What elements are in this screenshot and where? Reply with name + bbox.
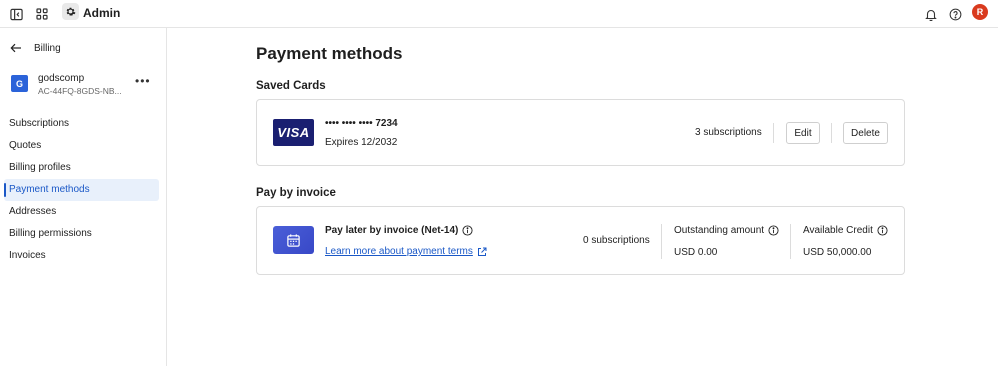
more-options-icon[interactable]: ••• bbox=[135, 75, 151, 87]
saved-card-panel: VISA •••• •••• •••• 7234 Expires 12/2032… bbox=[256, 99, 905, 166]
divider bbox=[661, 224, 662, 259]
edit-button[interactable]: Edit bbox=[786, 122, 820, 144]
sidebar-nav: Subscriptions Quotes Billing profiles Pa… bbox=[4, 113, 159, 267]
delete-button[interactable]: Delete bbox=[843, 122, 888, 144]
sidebar-item-invoices[interactable]: Invoices bbox=[4, 245, 159, 267]
invoice-panel: Pay later by invoice (Net-14) Learn more… bbox=[256, 206, 905, 275]
pay-by-invoice-heading: Pay by invoice bbox=[256, 187, 336, 199]
sidebar-item-payment-methods[interactable]: Payment methods bbox=[4, 179, 159, 201]
sidebar-item-billing-profiles[interactable]: Billing profiles bbox=[4, 157, 159, 179]
available-credit-label-text: Available Credit bbox=[803, 225, 873, 236]
payment-terms-link[interactable]: Learn more about payment terms bbox=[325, 246, 487, 257]
gear-icon bbox=[62, 3, 79, 20]
invoice-title-text: Pay later by invoice (Net-14) bbox=[325, 225, 459, 236]
info-icon[interactable] bbox=[462, 225, 473, 236]
sidebar-toggle-icon[interactable] bbox=[6, 4, 26, 24]
card-expiry: Expires 12/2032 bbox=[325, 137, 398, 148]
user-avatar[interactable]: R bbox=[972, 4, 988, 20]
divider bbox=[831, 123, 832, 143]
sidebar-item-billing-permissions[interactable]: Billing permissions bbox=[4, 223, 159, 245]
back-link[interactable]: Billing bbox=[10, 40, 61, 56]
outstanding-amount-label: Outstanding amount bbox=[674, 225, 779, 236]
card-subscriptions-count: 3 subscriptions bbox=[695, 127, 762, 138]
info-icon[interactable] bbox=[877, 225, 888, 236]
invoice-subscriptions-count: 0 subscriptions bbox=[583, 235, 650, 246]
org-id: AC-44FQ-8GDS-NB... bbox=[38, 86, 122, 96]
org-name: godscomp bbox=[38, 73, 85, 84]
bell-icon[interactable] bbox=[921, 4, 941, 24]
top-bar: Admin R bbox=[0, 0, 998, 28]
available-credit-value: USD 50,000.00 bbox=[803, 247, 872, 258]
invoice-title: Pay later by invoice (Net-14) bbox=[325, 225, 473, 236]
page-title: Payment methods bbox=[256, 44, 403, 63]
sidebar-item-quotes[interactable]: Quotes bbox=[4, 135, 159, 157]
app-title: Admin bbox=[83, 6, 121, 20]
outstanding-amount-value: USD 0.00 bbox=[674, 247, 718, 258]
external-link-icon bbox=[477, 247, 487, 257]
calendar-icon bbox=[273, 226, 314, 254]
divider bbox=[790, 224, 791, 259]
sidebar-item-addresses[interactable]: Addresses bbox=[4, 201, 159, 223]
info-icon[interactable] bbox=[768, 225, 779, 236]
arrow-left-icon bbox=[10, 43, 21, 53]
divider bbox=[773, 123, 774, 143]
available-credit-label: Available Credit bbox=[803, 225, 888, 236]
back-label: Billing bbox=[34, 42, 61, 54]
visa-logo: VISA bbox=[273, 119, 314, 146]
help-icon[interactable] bbox=[945, 4, 965, 24]
sidebar-item-subscriptions[interactable]: Subscriptions bbox=[4, 113, 159, 135]
sidebar: Billing G godscomp AC-44FQ-8GDS-NB... ••… bbox=[0, 28, 167, 366]
outstanding-amount-label-text: Outstanding amount bbox=[674, 225, 765, 236]
card-number: •••• •••• •••• 7234 bbox=[325, 118, 398, 129]
apps-grid-icon[interactable] bbox=[32, 4, 52, 24]
saved-cards-heading: Saved Cards bbox=[256, 80, 326, 92]
payment-terms-link-text[interactable]: Learn more about payment terms bbox=[325, 246, 473, 257]
org-avatar: G bbox=[11, 75, 28, 92]
